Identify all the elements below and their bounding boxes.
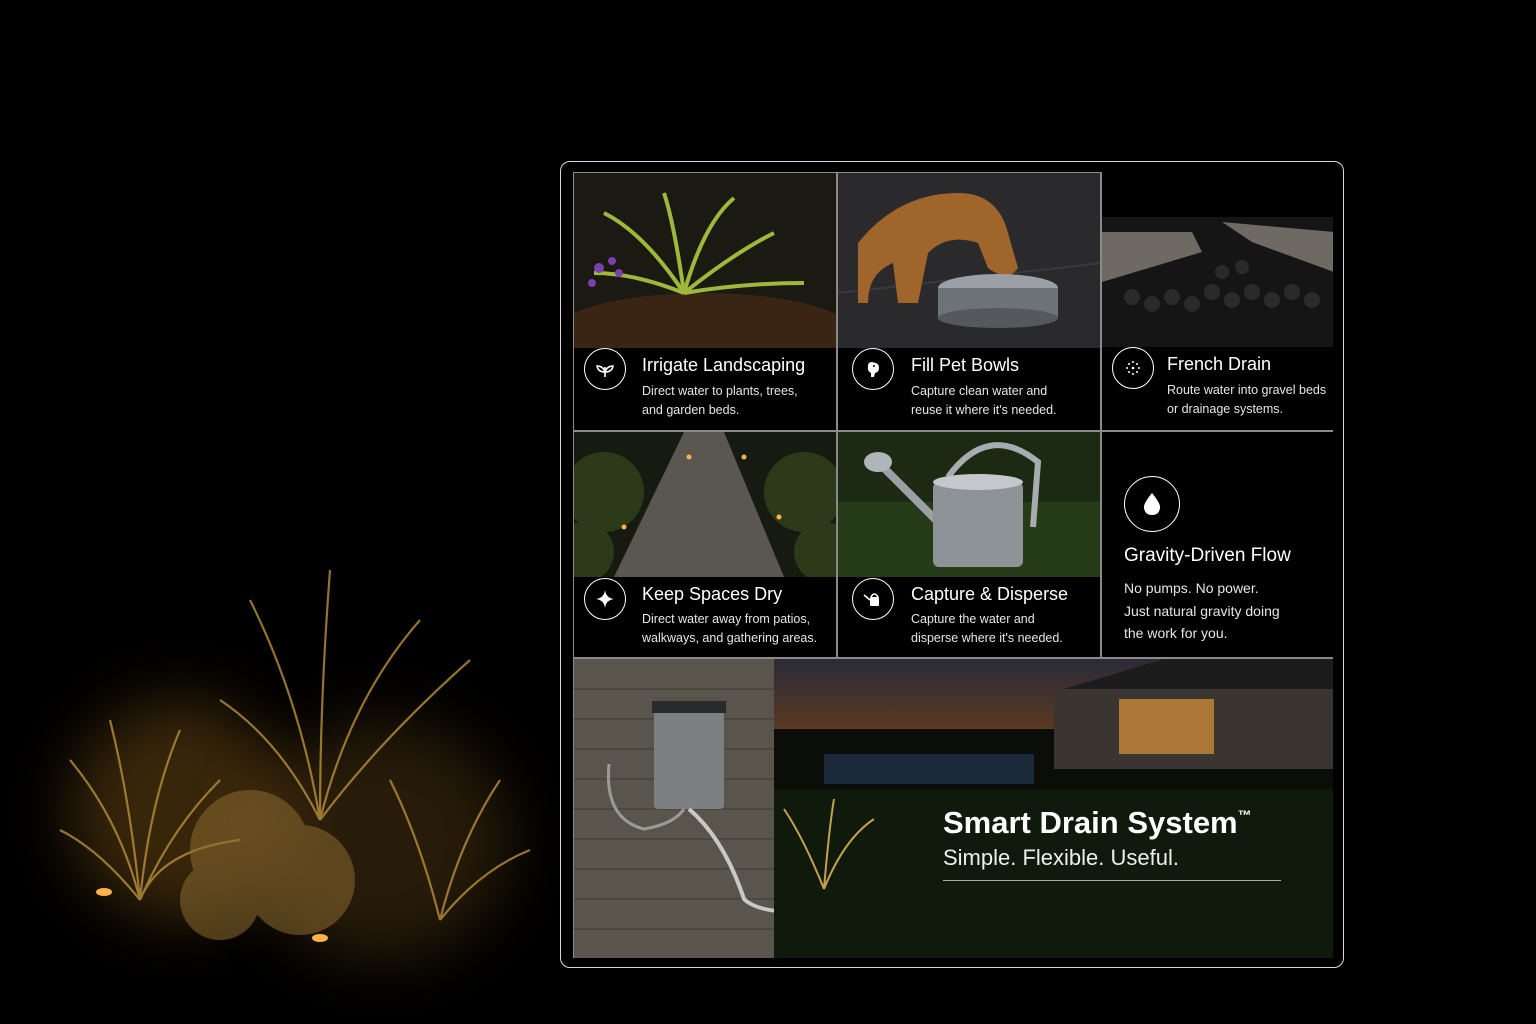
feature-desc-line2: and garden beds.: [642, 403, 740, 417]
gravity-line3: the work for you.: [1124, 625, 1228, 641]
dog-drinking-photo: [838, 173, 1100, 348]
feature-desc-line2: disperse where it's needed.: [911, 631, 1063, 645]
feature-card-gravity: Gravity-Driven Flow No pumps. No power. …: [1101, 431, 1333, 658]
feature-desc-line2: walkways, and gathering areas.: [642, 631, 818, 645]
hero-tagline: Simple. Flexible. Useful.: [943, 845, 1179, 870]
trademark-symbol: ™: [1237, 807, 1252, 823]
feature-desc-line1: Direct water to plants, trees,: [642, 384, 798, 398]
hero-divider: [943, 880, 1281, 881]
water-drop-icon: [1124, 476, 1180, 532]
feature-card-keep-dry: Keep Spaces Dry Direct water away from p…: [573, 431, 837, 658]
feature-card-french-drain: French Drain Route water into gravel bed…: [1101, 172, 1333, 431]
gravity-line1: No pumps. No power.: [1124, 580, 1259, 596]
hero-image: Smart Drain System™ Simple. Flexible. Us…: [573, 658, 1333, 958]
feature-desc-line1: Direct water away from patios,: [642, 612, 811, 626]
dog-icon: [852, 348, 894, 390]
feature-card-capture: Capture & Disperse Capture the water and…: [837, 431, 1101, 658]
left-garden-scene: [0, 0, 560, 1024]
walkway-photo: [574, 432, 836, 577]
feature-title: French Drain: [1167, 354, 1272, 374]
feature-desc-line1: Route water into gravel beds: [1167, 383, 1327, 397]
gravel-drain-photo: [1102, 172, 1333, 347]
watering-can-icon: [852, 578, 894, 620]
sparkle-icon: [584, 578, 626, 620]
feature-desc-line1: Capture the water and: [911, 612, 1035, 626]
feature-title: Irrigate Landscaping: [642, 355, 806, 375]
feature-title: Capture & Disperse: [911, 584, 1069, 604]
feature-desc-line2: reuse it where it's needed.: [911, 403, 1057, 417]
hero-title-text: Smart Drain System: [943, 805, 1238, 840]
feature-title: Fill Pet Bowls: [911, 355, 1020, 375]
feature-card-pet-bowls: Fill Pet Bowls Capture clean water and r…: [837, 172, 1101, 431]
feature-title: Keep Spaces Dry: [642, 584, 783, 604]
plant-icon: [584, 348, 626, 390]
feature-card-irrigate: Irrigate Landscaping Direct water to pla…: [573, 172, 837, 431]
hero-title: Smart Drain System™: [943, 805, 1252, 841]
watering-can-photo: [838, 432, 1100, 577]
gravity-line2: Just natural gravity doing: [1124, 602, 1280, 619]
feature-grid: Irrigate Landscaping Direct water to pla…: [573, 172, 1333, 958]
gravity-title: Gravity-Driven Flow: [1124, 545, 1291, 566]
landscaping-photo: [574, 173, 836, 348]
feature-desc-line2: or drainage systems.: [1167, 402, 1284, 416]
feature-desc-line1: Capture clean water and: [911, 384, 1048, 398]
dots-circle-icon: [1112, 347, 1154, 389]
